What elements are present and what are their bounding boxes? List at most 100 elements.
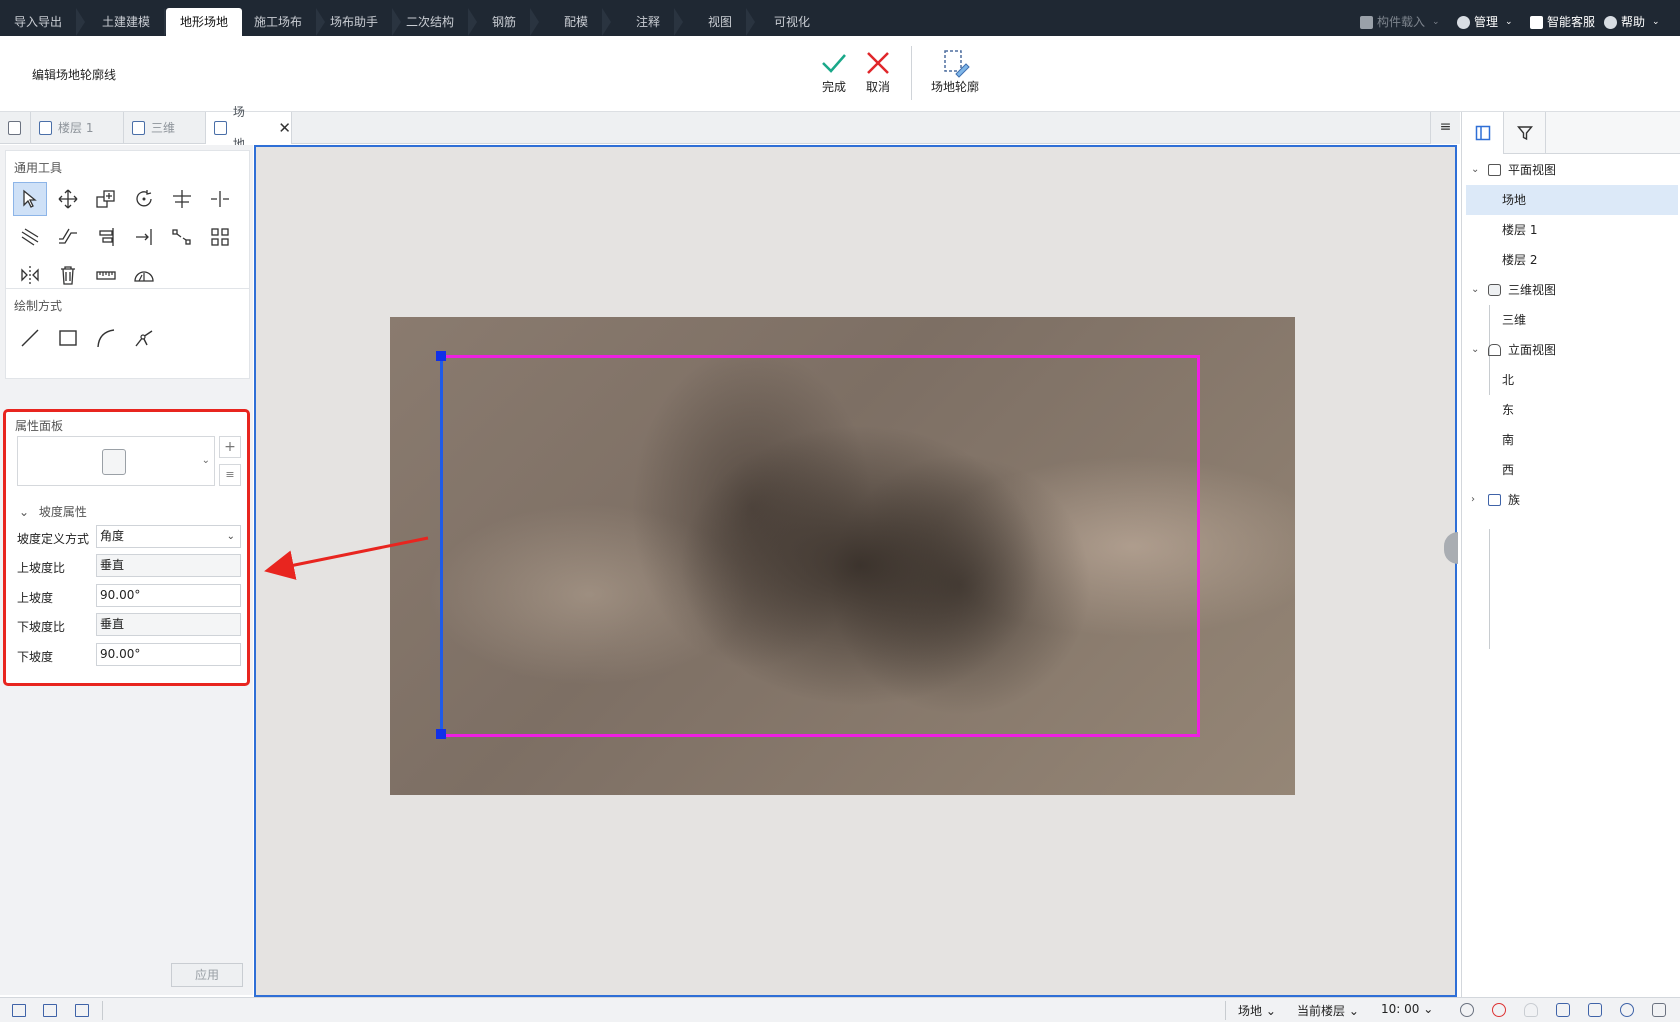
menu-tab-annotation[interactable]: 注释 (622, 8, 684, 36)
collapse-panel-handle[interactable] (1444, 532, 1458, 564)
finish-button[interactable]: 完成 (818, 48, 850, 95)
filter-button[interactable] (1504, 112, 1546, 154)
menu-tab-civil-modeling[interactable]: 土建建模 (88, 8, 174, 36)
offset-tool-icon[interactable] (13, 220, 47, 254)
menu-tab-formwork[interactable]: 配模 (550, 8, 612, 36)
browser-toolbar (1462, 112, 1680, 154)
layout-tile-icon[interactable] (75, 1004, 89, 1017)
stretch-tool-icon[interactable] (51, 220, 85, 254)
help-menu[interactable]: 帮助 ⌄ (1604, 8, 1660, 36)
site-outline-button[interactable]: 场地轮廓 (928, 48, 982, 95)
chevron-down-icon: ⌄ (201, 455, 210, 466)
upper-slope-input[interactable]: 90.00° (96, 584, 241, 607)
layout-grid-icon[interactable] (12, 1004, 26, 1017)
menu-tab-rebar[interactable]: 钢筋 (478, 8, 540, 36)
tree-node-floor-2[interactable]: 楼层 2 (1466, 245, 1678, 275)
table-icon[interactable] (1588, 1003, 1602, 1017)
break-tool-icon[interactable] (165, 220, 199, 254)
delete-tool-icon[interactable] (51, 258, 85, 292)
drawing-canvas[interactable] (254, 145, 1458, 997)
lower-ratio-label: 下坡度比 (17, 620, 66, 634)
tree-node-family[interactable]: › 族 (1466, 485, 1678, 515)
slope-def-select[interactable]: 角度 ⌄ (96, 525, 241, 548)
upper-ratio-label: 上坡度比 (17, 561, 66, 575)
tab-3d[interactable]: 三维 (124, 112, 206, 144)
mirror-tool-icon[interactable] (13, 258, 47, 292)
component-type-select[interactable]: ⌄ (17, 436, 215, 486)
menu-tab-construction-layout[interactable]: 施工场布 (240, 8, 326, 36)
spline-draw-icon[interactable] (127, 321, 161, 355)
status-scale-select[interactable]: 10: 00 ⌄ (1381, 1002, 1433, 1016)
apply-button[interactable]: 应用 (171, 963, 243, 987)
panel-layout-button[interactable] (1462, 112, 1504, 154)
3d-box-icon[interactable] (1652, 1003, 1666, 1017)
tree-node-west[interactable]: 西 (1466, 455, 1678, 485)
project-browser-panel: ⌄ 平面视图 场地 楼层 1 楼层 2 ⌄ 三维视图 三维 ⌄ 立面视图 北 东… (1461, 112, 1680, 997)
move-tool-icon[interactable] (51, 182, 85, 216)
menu-tab-layout-assistant[interactable]: 场布助手 (316, 8, 402, 36)
tab-overview[interactable] (0, 112, 31, 144)
menu-tab-terrain-site[interactable]: 地形场地 (166, 8, 243, 36)
tree-node-floor-1[interactable]: 楼层 1 (1466, 215, 1678, 245)
trim-tool-icon[interactable] (165, 182, 199, 216)
slope-properties-group[interactable]: ⌄ 坡度属性 (19, 503, 87, 520)
tab-list-menu-button[interactable]: ≡ (1430, 112, 1460, 144)
line-draw-icon[interactable] (13, 321, 47, 355)
arc-draw-icon[interactable] (89, 321, 123, 355)
type-settings-button[interactable]: ≡ (219, 464, 241, 486)
chevron-down-icon: ⌄ (1471, 284, 1480, 295)
panel-layout-icon (1475, 125, 1490, 141)
visibility-icon[interactable] (1492, 1003, 1506, 1017)
tab-site[interactable]: 场地 ✕ (206, 105, 292, 151)
add-type-button[interactable]: + (219, 436, 241, 458)
tree-node-east[interactable]: 东 (1466, 395, 1678, 425)
component-load-menu[interactable]: 构件载入 ⌄ (1360, 8, 1440, 36)
cloud-sync-icon[interactable] (1556, 1003, 1570, 1017)
lower-slope-input[interactable]: 90.00° (96, 643, 241, 666)
document-tab-bar: 楼层 1 三维 场地 ✕ (0, 105, 1460, 151)
tree-node-3d-view[interactable]: ⌄ 三维视图 (1466, 275, 1678, 305)
menu-tab-import-export[interactable]: 导入导出 (0, 8, 86, 36)
cancel-button[interactable]: 取消 (862, 48, 894, 95)
snap-icon[interactable] (1460, 1003, 1474, 1017)
tree-node-elevation-view[interactable]: ⌄ 立面视图 (1466, 335, 1678, 365)
lightbulb-icon[interactable] (1524, 1003, 1538, 1017)
tab-floor-1[interactable]: 楼层 1 (31, 112, 124, 144)
close-tab-icon[interactable]: ✕ (278, 112, 291, 144)
align-tool-icon[interactable] (89, 220, 123, 254)
west-label: 西 (1502, 463, 1515, 477)
lower-ratio-field: 垂直 (96, 613, 241, 636)
tree-node-plan-view[interactable]: ⌄ 平面视图 (1466, 155, 1678, 185)
site-boundary-outline[interactable] (440, 355, 1200, 737)
menu-tab-visualization[interactable]: 可视化 (760, 8, 824, 36)
angle-measure-tool-icon[interactable] (127, 258, 161, 292)
component-load-label: 构件载入 (1377, 15, 1426, 29)
zoom-fit-icon[interactable] (1620, 1003, 1634, 1017)
tree-node-south[interactable]: 南 (1466, 425, 1678, 455)
select-tool-icon[interactable] (13, 182, 47, 216)
checkmark-icon (818, 48, 850, 78)
tab-3d-label: 三维 (151, 121, 176, 135)
copy-tool-icon[interactable] (89, 182, 123, 216)
boundary-vertex-handle[interactable] (436, 729, 446, 739)
rotate-tool-icon[interactable] (127, 182, 161, 216)
chevron-down-icon: ⌄ (1471, 164, 1480, 175)
menu-tab-secondary-structure[interactable]: 二次结构 (392, 8, 478, 36)
menu-tab-view[interactable]: 视图 (694, 8, 756, 36)
layout-split-icon[interactable] (43, 1004, 57, 1017)
split-tool-icon[interactable] (203, 182, 237, 216)
tree-node-3d[interactable]: 三维 (1466, 305, 1678, 335)
tree-node-site[interactable]: 场地 (1466, 185, 1678, 215)
rectangle-draw-icon[interactable] (51, 321, 85, 355)
house-icon (1488, 344, 1501, 356)
manage-menu[interactable]: 管理 ⌄ (1457, 8, 1513, 36)
status-floor-scope-select[interactable]: 当前楼层 ⌄ (1297, 1002, 1359, 1019)
plan-view-icon (1488, 164, 1501, 176)
smart-support-button[interactable]: 智能客服 (1530, 8, 1595, 36)
extend-tool-icon[interactable] (127, 220, 161, 254)
status-view-select[interactable]: 场地 ⌄ (1238, 1002, 1276, 1019)
smart-support-label: 智能客服 (1547, 15, 1596, 29)
tree-node-north[interactable]: 北 (1466, 365, 1678, 395)
array-tool-icon[interactable] (203, 220, 237, 254)
measure-tool-icon[interactable] (89, 258, 123, 292)
